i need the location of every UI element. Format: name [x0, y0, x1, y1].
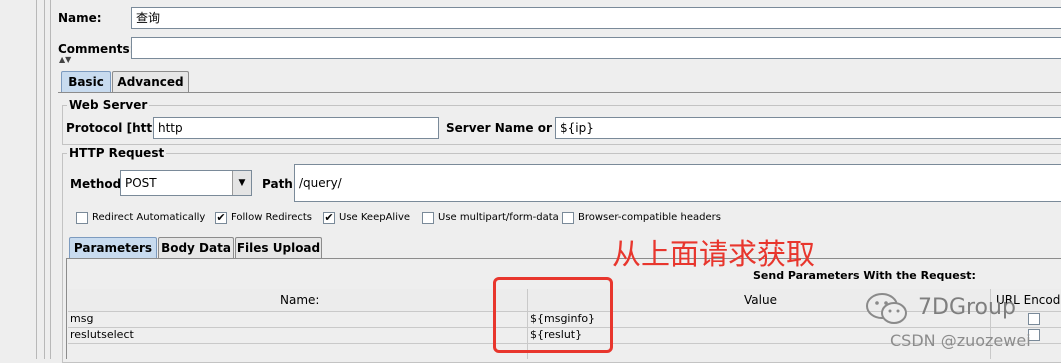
watermark-brand: 7DGroup — [918, 295, 1016, 320]
follow-redirects-label: Follow Redirects — [231, 212, 312, 223]
http-request-title: HTTP Request — [67, 146, 167, 160]
browser-compatible-checkbox[interactable] — [562, 212, 574, 224]
path-label: Path: — [262, 177, 298, 191]
browser-compatible-label: Browser-compatible headers — [578, 212, 721, 223]
tab-files-upload[interactable]: Files Upload — [235, 237, 322, 258]
chevron-down-icon[interactable]: ▼ — [232, 171, 251, 195]
name-field[interactable]: 查询 — [131, 7, 1061, 29]
wechat-logo-icon — [864, 291, 910, 327]
follow-redirects-checkbox[interactable]: ✔ — [215, 212, 227, 224]
tab-advanced[interactable]: Advanced — [112, 71, 189, 93]
column-header-name[interactable]: Name: — [280, 293, 319, 307]
param-name[interactable]: reslutselect — [70, 328, 134, 342]
method-value: POST — [125, 176, 157, 190]
column-header-value[interactable]: Value — [744, 293, 777, 307]
tab-parameters[interactable]: Parameters — [69, 237, 157, 259]
url-encode-checkbox[interactable] — [1028, 313, 1040, 325]
method-label: Method: — [70, 177, 126, 191]
annotation-text: 从上面请求获取 — [612, 237, 816, 271]
param-name[interactable]: msg — [70, 312, 93, 326]
protocol-field[interactable]: http — [153, 117, 439, 139]
watermark-source: CSDN @zuozewei — [890, 331, 1031, 350]
subtab-panel-edge — [66, 259, 67, 359]
annotation-box — [493, 277, 613, 353]
window-edge — [50, 0, 51, 359]
path-field[interactable]: /query/ — [294, 164, 1061, 202]
tab-baseline — [58, 92, 1061, 93]
collapse-arrows-icon[interactable]: ▲▼ — [59, 56, 71, 64]
window-edge — [44, 0, 45, 359]
use-keepalive-checkbox[interactable]: ✔ — [323, 212, 335, 224]
tab-basic[interactable]: Basic — [61, 71, 111, 93]
web-server-title: Web Server — [67, 98, 150, 112]
window-edge — [36, 0, 37, 359]
redirect-automatically-label: Redirect Automatically — [92, 212, 206, 223]
server-name-field[interactable]: ${ip} — [555, 117, 1061, 139]
name-label: Name: — [58, 11, 102, 25]
use-multipart-checkbox[interactable] — [422, 212, 434, 224]
use-keepalive-label: Use KeepAlive — [339, 212, 411, 223]
use-multipart-label: Use multipart/form-data — [438, 212, 559, 223]
tab-body-data[interactable]: Body Data — [158, 237, 234, 258]
redirect-automatically-checkbox[interactable] — [76, 212, 88, 224]
comments-field[interactable] — [131, 37, 1061, 59]
subtab-baseline — [66, 258, 1061, 259]
